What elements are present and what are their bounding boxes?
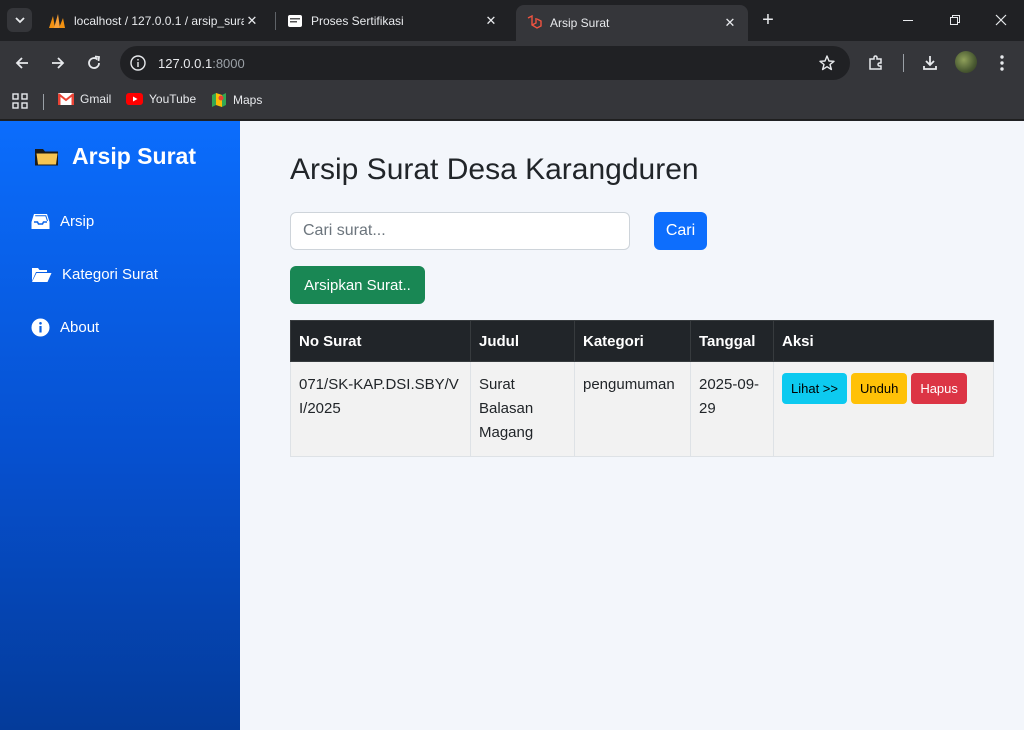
info-icon[interactable] <box>129 54 147 72</box>
table-row: 071/SK-KAP.DSI.SBY/VI/2025 Surat Balasan… <box>290 361 994 457</box>
gmail-icon <box>58 93 74 105</box>
reload-icon <box>88 55 101 69</box>
phpmyadmin-favicon-icon <box>49 13 65 28</box>
download-icon <box>923 56 937 70</box>
laravel-favicon-icon <box>527 15 542 29</box>
bookmark-youtube[interactable]: YouTube <box>126 92 196 106</box>
search-button[interactable]: Cari <box>654 212 707 250</box>
back-button[interactable] <box>10 51 34 75</box>
document-favicon-icon <box>288 14 302 27</box>
cell-tanggal: 2025-09-29 <box>690 361 774 457</box>
bookmarks-bar: Gmail YouTube Maps <box>0 85 1024 120</box>
close-icon[interactable]: ✕ <box>483 13 499 29</box>
archive-letter-button[interactable]: Arsipkan Surat.. <box>290 266 425 304</box>
delete-button[interactable]: Hapus <box>911 373 967 404</box>
folder-icon <box>35 149 58 166</box>
info-icon <box>31 318 50 337</box>
sidebar-item-kategori-surat[interactable]: Kategori Surat <box>31 266 158 283</box>
maps-icon <box>212 93 226 107</box>
arrow-left-icon <box>15 57 28 69</box>
tab-separator <box>275 12 276 30</box>
bookmark-label: YouTube <box>149 92 197 106</box>
tab-proses-sertifikasi[interactable]: Proses Sertifikasi ✕ <box>277 5 509 36</box>
tab-title: localhost / 127.0.0.1 / arsip_surat <box>74 13 244 28</box>
column-header-judul: Judul <box>470 320 575 362</box>
sidebar-item-about[interactable]: About <box>31 318 99 337</box>
download-button[interactable]: Unduh <box>851 373 908 404</box>
column-header-tanggal: Tanggal <box>690 320 774 362</box>
column-header-kategori: Kategori <box>574 320 691 362</box>
chevron-down-icon <box>14 17 25 24</box>
extensions-button[interactable] <box>864 51 888 75</box>
restore-icon <box>950 15 960 25</box>
sidebar-item-label: Kategori Surat <box>62 266 158 283</box>
tab-title: Arsip Surat <box>550 16 610 30</box>
sidebar-brand[interactable]: Arsip Surat <box>34 143 196 170</box>
cell-aksi: Lihat >> Unduh Hapus <box>773 361 994 457</box>
bookmark-label: Gmail <box>80 92 112 106</box>
close-icon[interactable]: ✕ <box>244 13 260 29</box>
more-vert-icon <box>1000 55 1004 71</box>
tab-phpmyadmin[interactable]: localhost / 127.0.0.1 / arsip_surat ✕ <box>38 5 270 36</box>
column-header-aksi: Aksi <box>773 320 994 362</box>
restore-button[interactable] <box>937 6 973 34</box>
profile-avatar[interactable] <box>955 51 977 73</box>
sidebar-item-label: About <box>60 319 100 336</box>
row-actions: Lihat >> Unduh Hapus <box>782 373 985 404</box>
close-icon[interactable]: ✕ <box>722 15 738 31</box>
bookmark-maps[interactable]: Maps <box>211 92 262 108</box>
minimize-button[interactable] <box>890 6 926 34</box>
search-input[interactable] <box>290 212 630 250</box>
sidebar: Arsip Surat Arsip Kategori Surat About <box>0 121 240 730</box>
reload-button[interactable] <box>82 51 106 75</box>
bookmark-separator <box>43 94 44 110</box>
close-window-button[interactable] <box>983 6 1019 34</box>
toolbar-divider <box>903 54 904 72</box>
puzzle-icon <box>869 55 882 70</box>
apps-button[interactable] <box>12 93 28 114</box>
url-host: 127.0.0.1 <box>158 55 213 71</box>
arrow-right-icon <box>52 57 65 69</box>
youtube-icon <box>126 93 143 105</box>
bookmark-label: Maps <box>233 93 263 107</box>
apps-grid-icon <box>12 93 28 109</box>
page-title: Arsip Surat Desa Karangduren <box>290 153 699 186</box>
address-bar[interactable]: 127.0.0.1:8000 <box>120 46 850 80</box>
tab-search-button[interactable] <box>7 8 32 32</box>
web-page: Arsip Surat Arsip Kategori Surat About A… <box>0 121 1024 730</box>
tab-strip: localhost / 127.0.0.1 / arsip_surat ✕ Pr… <box>0 0 1024 41</box>
bookmark-star-icon[interactable] <box>818 54 836 72</box>
cell-judul: Surat Balasan Magang <box>470 361 575 457</box>
column-header-no-surat: No Surat <box>290 320 471 362</box>
bookmark-gmail[interactable]: Gmail <box>58 92 111 106</box>
table-header-row: No Surat Judul Kategori Tanggal Aksi <box>290 320 994 362</box>
minimize-icon <box>903 20 913 21</box>
brand-title: Arsip Surat <box>72 143 196 169</box>
forward-button[interactable] <box>46 51 70 75</box>
menu-button[interactable] <box>990 51 1014 75</box>
tab-arsip-surat[interactable]: Arsip Surat ✕ <box>516 5 748 41</box>
view-button[interactable]: Lihat >> <box>782 373 847 404</box>
browser-toolbar: 127.0.0.1:8000 <box>0 41 1024 85</box>
url-port: :8000 <box>212 55 245 71</box>
sidebar-item-label: Arsip <box>60 213 95 230</box>
downloads-button[interactable] <box>918 51 942 75</box>
inbox-icon <box>31 214 50 229</box>
cell-no-surat: 071/SK-KAP.DSI.SBY/VI/2025 <box>290 361 471 457</box>
cell-kategori: pengumuman <box>574 361 691 457</box>
sidebar-item-arsip[interactable]: Arsip <box>31 213 94 230</box>
folder-open-icon <box>32 267 52 282</box>
tab-title: Proses Sertifikasi <box>311 13 404 28</box>
letters-table: No Surat Judul Kategori Tanggal Aksi 071… <box>290 320 994 457</box>
new-tab-button[interactable]: + <box>757 10 779 32</box>
close-icon <box>995 14 1007 26</box>
